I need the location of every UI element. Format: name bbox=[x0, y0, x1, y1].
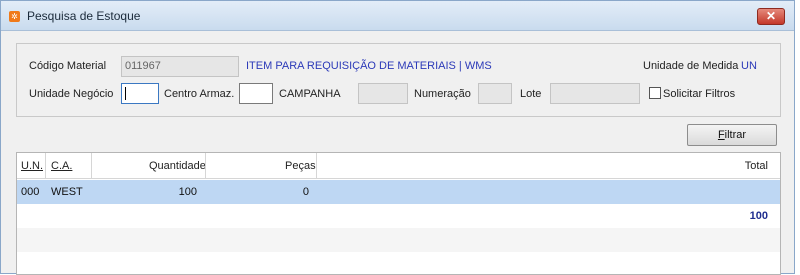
filter-button[interactable]: Filtrar bbox=[687, 124, 777, 146]
unidade-medida-value: UN bbox=[741, 60, 757, 72]
stock-grid: U.N. C.A. Quantidade Peças Total 000 WES… bbox=[16, 152, 781, 275]
app-icon: ✲ bbox=[9, 11, 20, 22]
material-description: ITEM PARA REQUISIÇÃO DE MATERIAIS | WMS bbox=[246, 60, 492, 72]
column-header-ca[interactable]: C.A. bbox=[51, 160, 72, 172]
cell-pecas: 0 bbox=[302, 186, 309, 198]
unidade-negocio-input[interactable] bbox=[121, 83, 159, 104]
column-header-pecas[interactable]: Peças bbox=[285, 160, 316, 172]
numeracao-field bbox=[478, 83, 512, 104]
stock-search-window: ✲ Pesquisa de Estoque ✕ Código Material … bbox=[0, 0, 795, 275]
codigo-material-label: Código Material bbox=[29, 60, 107, 72]
text-caret bbox=[125, 87, 126, 100]
column-separator bbox=[205, 153, 206, 179]
campanha-label: CAMPANHA bbox=[279, 88, 341, 100]
filter-button-label: iltrar bbox=[724, 129, 747, 141]
column-separator bbox=[91, 153, 92, 179]
title-bar: ✲ Pesquisa de Estoque ✕ bbox=[1, 1, 794, 31]
total-sum: 100 bbox=[749, 210, 768, 222]
grid-header: U.N. C.A. Quantidade Peças Total bbox=[17, 153, 780, 179]
centro-armaz-input[interactable] bbox=[239, 83, 273, 104]
lote-field bbox=[550, 83, 640, 104]
column-header-total[interactable]: Total bbox=[745, 160, 768, 172]
table-row[interactable]: 000 WEST 100 0 bbox=[17, 180, 780, 204]
cell-ca: WEST bbox=[51, 186, 83, 198]
centro-armaz-label: Centro Armaz. bbox=[164, 88, 235, 100]
unidade-negocio-label: Unidade Negócio bbox=[29, 88, 114, 100]
column-separator bbox=[45, 153, 46, 179]
filter-panel: Código Material 011967 ITEM PARA REQUISI… bbox=[16, 43, 781, 117]
lote-label: Lote bbox=[520, 88, 542, 100]
unidade-medida-label: Unidade de Medida bbox=[643, 60, 739, 72]
empty-row bbox=[17, 228, 780, 252]
cell-un: 000 bbox=[21, 186, 40, 198]
column-header-un[interactable]: U.N. bbox=[21, 160, 43, 172]
close-button[interactable]: ✕ bbox=[757, 8, 785, 25]
codigo-material-field: 011967 bbox=[121, 56, 239, 77]
solicitar-filtros-checkbox[interactable] bbox=[649, 87, 661, 99]
campanha-field bbox=[358, 83, 408, 104]
filter-button-mnemonic: F bbox=[717, 129, 725, 141]
column-separator bbox=[316, 153, 317, 179]
numeracao-label: Numeração bbox=[414, 88, 471, 100]
solicitar-filtros-label[interactable]: Solicitar Filtros bbox=[663, 88, 735, 100]
cell-quantidade: 100 bbox=[178, 186, 197, 198]
column-header-quantidade[interactable]: Quantidade bbox=[149, 160, 206, 172]
window-title: Pesquisa de Estoque bbox=[27, 9, 141, 23]
